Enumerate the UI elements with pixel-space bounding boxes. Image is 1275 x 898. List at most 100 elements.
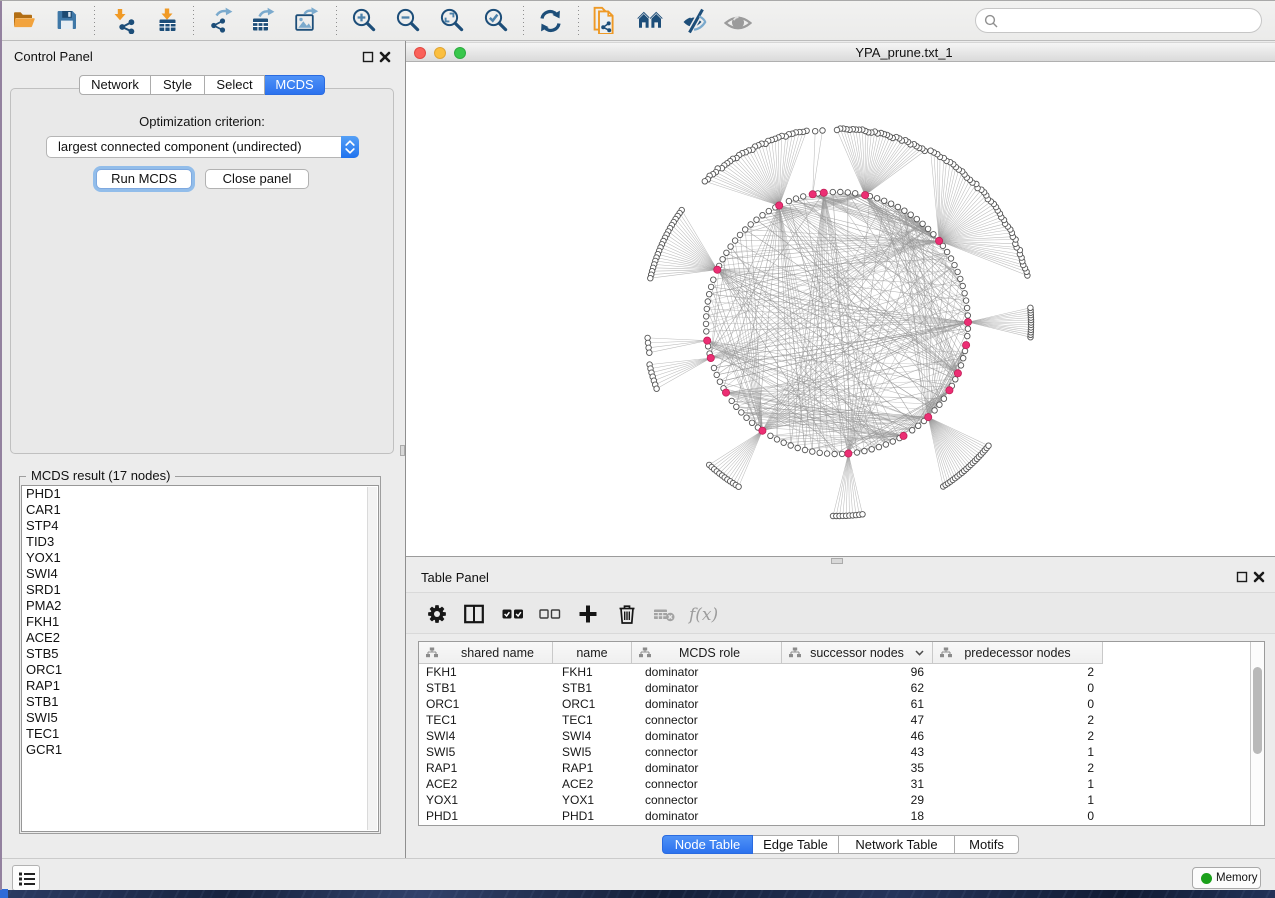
network-node[interactable] bbox=[654, 386, 660, 392]
network-node[interactable] bbox=[960, 283, 966, 289]
table-scrollbar-thumb[interactable] bbox=[1253, 667, 1262, 754]
network-node[interactable] bbox=[749, 420, 755, 426]
network-node[interactable] bbox=[647, 350, 653, 356]
network-node[interactable] bbox=[820, 189, 827, 196]
network-node[interactable] bbox=[748, 222, 754, 228]
network-node[interactable] bbox=[936, 237, 943, 244]
network-node[interactable] bbox=[888, 201, 894, 207]
network-node[interactable] bbox=[648, 275, 654, 281]
column-header-predecessor-nodes[interactable]: predecessor nodes bbox=[933, 642, 1103, 664]
network-node[interactable] bbox=[964, 319, 971, 326]
mcds-node-item[interactable]: YOX1 bbox=[22, 550, 378, 566]
network-node[interactable] bbox=[717, 379, 723, 385]
import-table-icon[interactable] bbox=[153, 6, 181, 34]
table-row[interactable]: RAP1RAP1dominator352 bbox=[419, 760, 1250, 776]
network-node[interactable] bbox=[736, 484, 742, 490]
network-node[interactable] bbox=[874, 196, 880, 202]
network-node[interactable] bbox=[902, 208, 908, 214]
table-row[interactable]: TEC1TEC1connector472 bbox=[419, 712, 1250, 728]
network-node[interactable] bbox=[817, 450, 823, 456]
network-node[interactable] bbox=[759, 427, 766, 434]
tab-style[interactable]: Style bbox=[151, 75, 205, 95]
network-node[interactable] bbox=[786, 198, 792, 204]
zoom-fit-icon[interactable] bbox=[438, 6, 466, 34]
mcds-node-item[interactable]: SRD1 bbox=[22, 582, 378, 598]
traffic-close-icon[interactable] bbox=[414, 47, 426, 59]
network-node[interactable] bbox=[742, 227, 748, 233]
export-network-icon[interactable] bbox=[208, 6, 236, 34]
network-node[interactable] bbox=[754, 217, 760, 223]
network-node[interactable] bbox=[711, 365, 717, 371]
network-node[interactable] bbox=[809, 191, 816, 198]
show-all-icon[interactable] bbox=[724, 6, 752, 34]
network-node[interactable] bbox=[964, 305, 970, 311]
select-all-icon[interactable] bbox=[501, 602, 525, 626]
network-node[interactable] bbox=[915, 423, 921, 429]
apply-layout-icon[interactable] bbox=[536, 6, 564, 34]
network-node[interactable] bbox=[739, 410, 745, 416]
node-table[interactable]: shared namenameMCDS rolesuccessor nodesp… bbox=[418, 641, 1265, 826]
table-row[interactable]: SWI5SWI5connector431 bbox=[419, 744, 1250, 760]
network-canvas[interactable] bbox=[406, 63, 1275, 556]
network-node[interactable] bbox=[965, 313, 971, 319]
task-history-button[interactable] bbox=[12, 865, 40, 891]
export-image-icon[interactable] bbox=[292, 6, 320, 34]
search-field[interactable] bbox=[975, 8, 1262, 33]
network-node[interactable] bbox=[703, 314, 709, 320]
network-node[interactable] bbox=[928, 148, 934, 154]
network-node[interactable] bbox=[941, 396, 947, 402]
network-node[interactable] bbox=[854, 450, 860, 456]
network-node[interactable] bbox=[862, 448, 868, 454]
network-node[interactable] bbox=[986, 443, 992, 449]
tab-select[interactable]: Select bbox=[205, 75, 265, 95]
network-node[interactable] bbox=[793, 196, 799, 202]
import-network-icon[interactable] bbox=[109, 6, 137, 34]
network-node[interactable] bbox=[728, 244, 734, 250]
column-header-successor-nodes[interactable]: successor nodes bbox=[782, 642, 933, 664]
table-row[interactable]: ACE2ACE2connector311 bbox=[419, 776, 1250, 792]
network-node[interactable] bbox=[824, 451, 830, 457]
network-node[interactable] bbox=[954, 370, 961, 377]
network-node[interactable] bbox=[952, 262, 958, 268]
mcds-result-list[interactable]: PHD1CAR1STP4TID3YOX1SWI4SRD1PMA2FKH1ACE2… bbox=[21, 485, 379, 832]
network-node[interactable] bbox=[955, 269, 961, 275]
network-node[interactable] bbox=[881, 198, 887, 204]
network-node[interactable] bbox=[965, 333, 971, 339]
close-icon[interactable] bbox=[379, 51, 391, 63]
network-node[interactable] bbox=[714, 266, 721, 273]
network-node[interactable] bbox=[962, 291, 968, 297]
mcds-node-item[interactable]: STP4 bbox=[22, 518, 378, 534]
mcds-node-item[interactable]: PHD1 bbox=[22, 486, 378, 502]
divider-handle-h[interactable] bbox=[831, 558, 843, 564]
zoom-in-icon[interactable] bbox=[350, 6, 378, 34]
network-node[interactable] bbox=[830, 189, 836, 195]
network-node[interactable] bbox=[737, 232, 743, 238]
network-node[interactable] bbox=[937, 402, 943, 408]
network-node[interactable] bbox=[729, 398, 735, 404]
network-node[interactable] bbox=[948, 256, 954, 262]
traffic-zoom-icon[interactable] bbox=[454, 47, 466, 59]
tab-network-table[interactable]: Network Table bbox=[839, 835, 955, 854]
network-node[interactable] bbox=[744, 415, 750, 421]
network-node[interactable] bbox=[908, 212, 914, 218]
network-node[interactable] bbox=[704, 306, 710, 312]
network-node[interactable] bbox=[834, 127, 840, 133]
zoom-out-icon[interactable] bbox=[394, 6, 422, 34]
network-node[interactable] bbox=[838, 189, 844, 195]
network-node[interactable] bbox=[862, 192, 869, 199]
network-node[interactable] bbox=[946, 387, 953, 394]
network-node[interactable] bbox=[732, 238, 738, 244]
mcds-node-item[interactable]: FKH1 bbox=[22, 614, 378, 630]
zoom-selected-icon[interactable] bbox=[482, 6, 510, 34]
mcds-list-scrollbar[interactable] bbox=[367, 487, 377, 830]
tab-edge-table[interactable]: Edge Table bbox=[753, 835, 839, 854]
network-node[interactable] bbox=[1028, 305, 1034, 311]
mcds-node-item[interactable]: PMA2 bbox=[22, 598, 378, 614]
column-header-shared-name[interactable]: shared name bbox=[419, 642, 553, 664]
network-node[interactable] bbox=[876, 444, 882, 450]
table-row[interactable]: SWI4SWI4dominator462 bbox=[419, 728, 1250, 744]
network-node[interactable] bbox=[845, 450, 852, 457]
float-icon[interactable] bbox=[362, 51, 374, 63]
table-row[interactable]: PHD1PHD1dominator180 bbox=[419, 808, 1250, 824]
network-node[interactable] bbox=[839, 451, 845, 457]
